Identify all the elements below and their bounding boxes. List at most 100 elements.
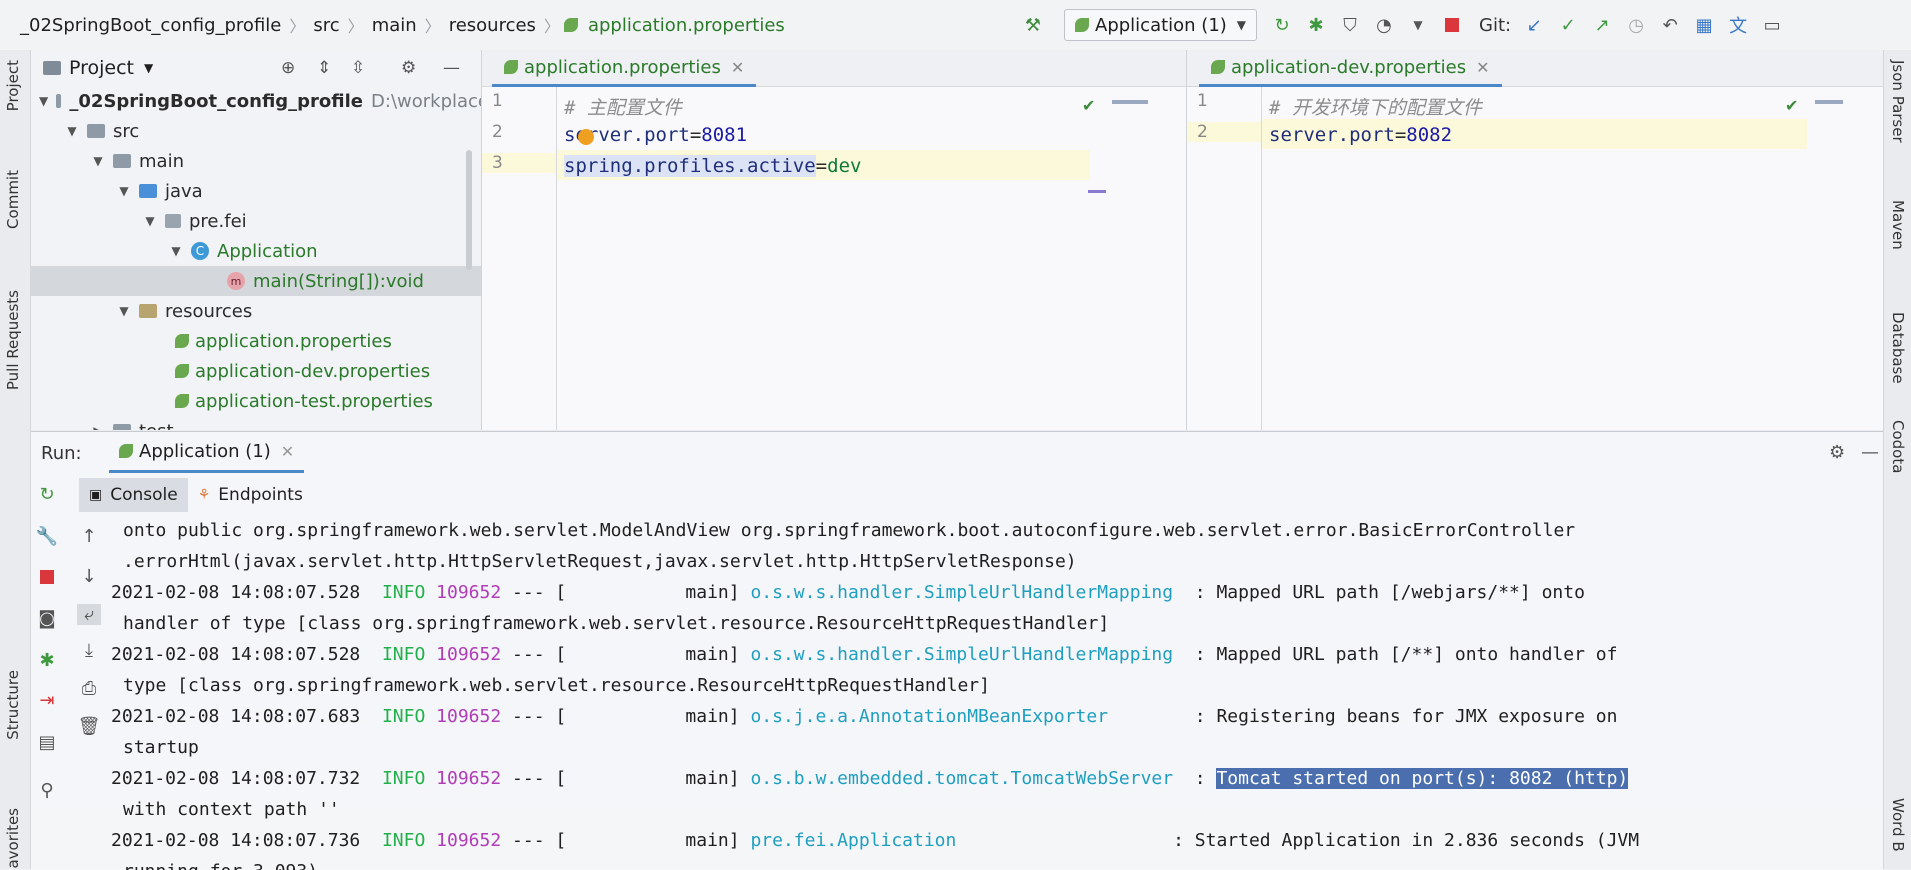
code-line-3[interactable]: spring.profiles.active=dev [564, 155, 861, 177]
tree-item-java[interactable]: ▼ java [31, 176, 481, 206]
trash-icon[interactable]: 🗑 [77, 716, 101, 737]
console-log-line: 2021-02-08 14:08:07.528 INFO 109652 --- … [111, 644, 1617, 665]
console-line: type [class org.springframework.web.serv… [123, 675, 990, 696]
stop-icon[interactable] [35, 568, 59, 589]
close-icon[interactable]: ✕ [731, 58, 744, 77]
tree-item-application-dev-properties[interactable]: application-dev.properties [31, 356, 481, 386]
chevron-down-icon[interactable]: ▼ [144, 61, 153, 75]
project-structure-icon[interactable]: ▦ [1691, 12, 1717, 38]
tree-item-main-method[interactable]: m main(String[]):void [31, 266, 481, 296]
log-timestamp: 2021-02-08 14:08:07.528 [111, 582, 361, 603]
log-logger[interactable]: o.s.b.w.embedded.tomcat.TomcatWebServer [750, 768, 1173, 789]
breadcrumb-project[interactable]: _02SpringBoot_config_profile [16, 15, 285, 36]
more-run-dropdown-icon[interactable]: ▼ [1405, 12, 1431, 38]
git-commit-check-icon[interactable]: ✓ [1555, 12, 1581, 38]
stop-icon[interactable] [1439, 12, 1465, 38]
inspection-ok-check-icon[interactable]: ✔ [1082, 96, 1095, 115]
tool-window-word-book[interactable]: Word B [1889, 798, 1907, 852]
console-line: with context path '' [123, 799, 340, 820]
gear-icon[interactable]: ⚙ [1829, 442, 1845, 463]
close-icon[interactable]: ✕ [281, 442, 294, 461]
tree-item-application-class[interactable]: ▼ C Application [31, 236, 481, 266]
tool-window-maven[interactable]: Maven [1889, 200, 1907, 250]
close-icon[interactable]: ✕ [1476, 58, 1489, 77]
tool-window-json-parser[interactable]: Json Parser [1889, 60, 1907, 143]
run-tab-application[interactable]: Application (1) ✕ [109, 432, 305, 473]
coverage-shield-icon[interactable]: ⛉ [1337, 12, 1363, 38]
code-line-1[interactable]: # 主配置文件 [564, 93, 682, 120]
tool-window-favorites[interactable]: avorites [4, 808, 22, 869]
breadcrumb-resources[interactable]: resources [445, 15, 540, 36]
tab-console-label: Console [110, 485, 178, 505]
tree-item-package[interactable]: ▼ pre.fei [31, 206, 481, 236]
editor-tab-application-dev-properties[interactable]: application-dev.properties ✕ [1199, 50, 1502, 87]
breadcrumb-src[interactable]: src [309, 15, 343, 36]
rerun-icon[interactable]: ↻ [1269, 12, 1295, 38]
editor-tab-application-properties[interactable]: application.properties ✕ [492, 50, 757, 87]
debug-bug-icon[interactable]: ✱ [1303, 12, 1329, 38]
breadcrumb-main[interactable]: main [368, 15, 421, 36]
translate-icon[interactable]: 文 [1725, 12, 1751, 38]
layout-icon[interactable]: ▤ [35, 732, 59, 753]
tree-item-src[interactable]: ▼ src [31, 116, 481, 146]
tab-console[interactable]: ▣ Console [79, 478, 188, 512]
project-tool-window: Project ▼ ⊕ ⇕ ⇳ ⚙ — ▼ _02SpringBoot_conf… [31, 50, 482, 430]
console-output[interactable]: onto public org.springframework.web.serv… [111, 516, 1881, 870]
log-pid: 109652 [436, 582, 502, 603]
log-timestamp: 2021-02-08 14:08:07.736 [111, 830, 361, 851]
log-separator: --- [ [512, 582, 567, 603]
minimize-icon[interactable]: — [1861, 442, 1879, 463]
properties-file-icon [175, 394, 189, 408]
tool-window-codota[interactable]: Codota [1889, 420, 1907, 473]
tree-item-application-test-properties[interactable]: application-test.properties [31, 386, 481, 416]
code-line-2[interactable]: server.port=8082 [1269, 124, 1452, 146]
debug-bug-icon[interactable]: ✱ [35, 650, 59, 671]
code-line-1[interactable]: # 开发环境下的配置文件 [1269, 93, 1482, 120]
rerun-icon[interactable]: ↻ [35, 484, 59, 505]
exit-icon[interactable]: ⇥ [35, 690, 59, 711]
git-push-icon[interactable]: ↗ [1589, 12, 1615, 38]
log-pid: 109652 [436, 706, 502, 727]
scroll-down-icon[interactable]: ↓ [77, 566, 101, 587]
log-logger[interactable]: pre.fei.Application [750, 830, 956, 851]
scroll-to-end-icon[interactable]: ⤓ [77, 640, 101, 661]
pin-icon[interactable]: ⚲ [35, 780, 59, 801]
collapse-all-icon[interactable]: ⇳ [351, 58, 365, 78]
log-logger[interactable]: o.s.w.s.handler.SimpleUrlHandlerMapping [750, 644, 1173, 665]
locate-target-icon[interactable]: ⊕ [281, 58, 295, 78]
intention-bulb-icon[interactable] [578, 129, 594, 145]
history-clock-icon[interactable]: ◷ [1623, 12, 1649, 38]
tool-window-database[interactable]: Database [1889, 312, 1907, 384]
tree-item-application-properties[interactable]: application.properties [31, 326, 481, 356]
rollback-icon[interactable]: ↶ [1657, 12, 1683, 38]
tool-window-commit[interactable]: Commit [4, 170, 22, 229]
tool-window-structure[interactable]: Structure [4, 670, 22, 740]
scroll-up-icon[interactable]: ↑ [77, 526, 101, 547]
run-configuration-select[interactable]: Application (1) ▼ [1064, 9, 1258, 41]
wrench-icon[interactable]: 🔧 [35, 526, 59, 547]
profiler-icon[interactable]: ◔ [1371, 12, 1397, 38]
tree-item-project-root[interactable]: ▼ _02SpringBoot_config_profile D:\workpl… [31, 86, 481, 116]
log-logger[interactable]: o.s.j.e.a.AnnotationMBeanExporter [750, 706, 1108, 727]
expand-all-icon[interactable]: ⇕ [317, 58, 331, 78]
presentation-icon[interactable]: ▭ [1759, 12, 1785, 38]
gear-icon[interactable]: ⚙ [401, 58, 416, 78]
tree-item-resources[interactable]: ▼ resources [31, 296, 481, 326]
project-tree-scrollbar[interactable] [466, 150, 472, 270]
camera-icon[interactable]: ◙ [35, 608, 59, 629]
tab-endpoints[interactable]: ⚘ Endpoints [188, 478, 313, 512]
build-hammer-icon[interactable]: ⚒ [1020, 12, 1046, 38]
print-icon[interactable]: ⎙ [77, 678, 101, 699]
inspection-ok-check-icon[interactable]: ✔ [1785, 96, 1798, 115]
soft-wrap-icon[interactable]: ⤶ [77, 604, 101, 625]
tool-window-project[interactable]: Project [4, 60, 22, 111]
minimize-icon[interactable]: — [443, 58, 460, 78]
tool-window-pull-requests[interactable]: Pull Requests [4, 290, 22, 390]
project-panel-title[interactable]: Project [69, 57, 134, 79]
breadcrumb-file[interactable]: application.properties [584, 15, 789, 36]
log-logger[interactable]: o.s.w.s.handler.SimpleUrlHandlerMapping [750, 582, 1173, 603]
selected-text[interactable]: Tomcat started on port(s): 8082 (http) [1216, 768, 1629, 789]
tree-item-main[interactable]: ▼ main [31, 146, 481, 176]
tree-item-test[interactable]: ▶ test [31, 416, 481, 430]
git-update-icon[interactable]: ↙ [1521, 12, 1547, 38]
